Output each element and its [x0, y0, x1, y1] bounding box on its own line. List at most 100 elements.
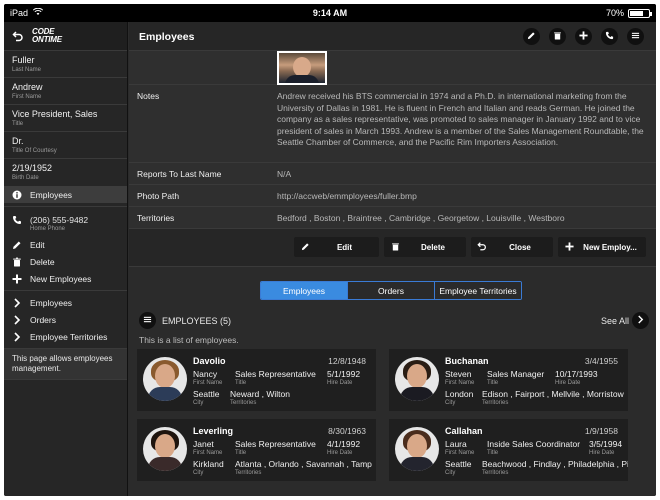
notes-row: Notes Andrew received his BTS commercial… [129, 85, 656, 163]
field-label: Title [12, 121, 24, 127]
add-button[interactable] [575, 28, 592, 45]
sidebar-item-label: Employee Territories [30, 331, 108, 342]
sidebar-item-employees-info[interactable]: Employees [4, 186, 127, 203]
hamburger-icon [631, 31, 640, 42]
section-menu-button[interactable] [139, 312, 156, 329]
sidebar-link-employee-territories[interactable]: Employee Territories [4, 328, 127, 345]
field-title-of-courtesy[interactable]: Dr. Title Of Courtesy [4, 132, 127, 159]
app-frame: iPad 9:14 AM 70% CODE ONTIME Fuller Last… [4, 4, 656, 496]
sidebar-item-edit[interactable]: Edit [4, 236, 127, 253]
pencil-icon [294, 242, 316, 253]
sidebar-item-label: Employees [30, 189, 73, 200]
delete-button[interactable] [549, 28, 566, 45]
card-label: First Name [445, 380, 475, 386]
card-first-name: Nancy [193, 369, 218, 379]
button-label: Close [509, 242, 531, 252]
call-button[interactable] [601, 28, 618, 45]
battery-percent: 70% [605, 8, 624, 18]
card-last-name: Callahan [445, 426, 483, 436]
card-last-name: Leverling [193, 426, 234, 436]
sidebar-header: CODE ONTIME [4, 22, 127, 51]
edit-action-button[interactable]: Edit [294, 237, 379, 257]
field-birth-date[interactable]: 2/19/1952 Birth Date [4, 159, 127, 186]
sidebar-link-employees[interactable]: Employees [4, 294, 127, 311]
plus-icon [12, 274, 22, 284]
employee-card-callahan[interactable]: Callahan 1/9/1958 Laura First Name Insid… [389, 419, 628, 481]
card-territories: Beachwood , Findlay , Philadelphia , Pi [482, 459, 628, 469]
field-label: Title Of Courtesy [12, 148, 57, 154]
chevron-right-icon [12, 314, 22, 325]
clock: 9:14 AM [312, 8, 348, 18]
field-label: Photo Path [137, 191, 180, 201]
card-label: Title [235, 380, 247, 386]
divider [4, 290, 127, 291]
employee-card-buchanan[interactable]: Buchanan 3/4/1955 Steven First Name Sale… [389, 349, 628, 411]
see-all-button[interactable] [632, 312, 649, 329]
field-value: Dr. [12, 136, 24, 146]
field-value: Vice President, Sales [12, 109, 98, 119]
header-toolbar [523, 28, 644, 45]
trash-icon [12, 257, 22, 267]
phone-icon [12, 215, 22, 236]
field-title[interactable]: Vice President, Sales Title [4, 105, 127, 132]
card-label: City [193, 470, 204, 476]
territories-row: Territories Bedford , Boston , Braintree… [129, 207, 656, 229]
undo-icon [471, 241, 493, 253]
card-label: Title [487, 450, 499, 456]
sidebar-item-delete[interactable]: Delete [4, 253, 127, 270]
sidebar-item-home-phone[interactable]: (206) 555-9482 Home Phone [4, 210, 127, 236]
card-territories: Neward , Wilton [230, 389, 290, 399]
employee-card-davolio[interactable]: Davolio 12/8/1948 Nancy First Name Sales… [137, 349, 376, 411]
field-label: Territories [137, 213, 175, 223]
field-label: Birth Date [12, 175, 39, 181]
button-label: Edit [336, 242, 353, 252]
field-label: Notes [137, 91, 160, 101]
status-bar: iPad 9:14 AM 70% [4, 4, 656, 22]
employees-section-header: EMPLOYEES (5) See All [139, 312, 649, 330]
employee-card-leverling[interactable]: Leverling 8/30/1963 Janet First Name Sal… [137, 419, 376, 481]
info-icon [12, 190, 22, 200]
card-label: First Name [445, 450, 475, 456]
button-label: Delete [420, 242, 445, 252]
tab-bar: Employees Orders Employee Territories [260, 281, 522, 300]
close-action-button[interactable]: Close [471, 237, 553, 257]
tab-employee-territories[interactable]: Employee Territories [435, 282, 521, 299]
back-icon[interactable] [12, 30, 26, 44]
edit-button[interactable] [523, 28, 540, 45]
card-birth-date: 3/4/1955 [584, 356, 618, 366]
new-employee-action-button[interactable]: New Employ... [558, 237, 646, 257]
section-description: This is a list of employees. [139, 335, 239, 345]
field-value: Fuller [12, 55, 35, 65]
brand-logo[interactable]: CODE ONTIME [32, 28, 62, 44]
tab-employees[interactable]: Employees [261, 282, 348, 299]
field-label: Last Name [12, 67, 42, 73]
employee-photo [277, 51, 327, 85]
photo-path-value: http://accweb/emmployees/fuller.bmp [277, 191, 417, 201]
card-first-name: Janet [193, 439, 214, 449]
card-birth-date: 12/8/1948 [328, 356, 366, 366]
see-all-link[interactable]: See All [601, 316, 629, 326]
pencil-icon [12, 240, 22, 250]
field-first-name[interactable]: Andrew First Name [4, 78, 127, 105]
section-title: EMPLOYEES (5) [162, 316, 232, 326]
phone-label: Home Phone [30, 226, 66, 232]
plus-icon [579, 31, 588, 42]
hamburger-icon [143, 315, 152, 326]
card-city: Kirkland [193, 459, 224, 469]
field-last-name[interactable]: Fuller Last Name [4, 51, 127, 78]
sidebar-item-new-employees[interactable]: New Employees [4, 270, 127, 287]
card-label: Territories [482, 400, 509, 406]
card-hire-date: 5/1/1992 [327, 369, 361, 379]
menu-button[interactable] [627, 28, 644, 45]
delete-action-button[interactable]: Delete [384, 237, 466, 257]
action-bar: Edit Delete Close New Employ... [129, 229, 656, 267]
sidebar-link-orders[interactable]: Orders [4, 311, 127, 328]
card-title: Inside Sales Coordinator [487, 439, 581, 449]
card-label: Title [487, 380, 499, 386]
battery-icon [628, 8, 652, 18]
card-label: City [193, 400, 204, 406]
chevron-right-icon [12, 297, 22, 308]
card-label: Hire Date [555, 380, 581, 386]
tab-orders[interactable]: Orders [348, 282, 435, 299]
main-panel: Employees Notes Andrew received his BTS … [129, 22, 656, 496]
